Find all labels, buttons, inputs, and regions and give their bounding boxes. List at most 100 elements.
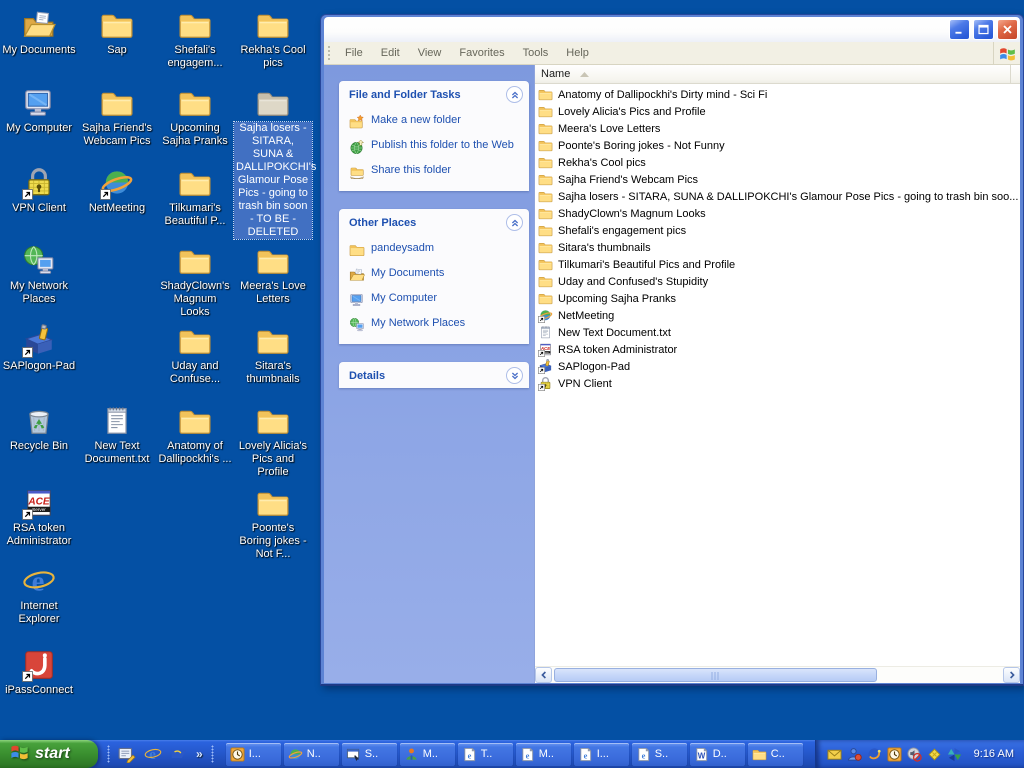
file-row[interactable]: Tilkumari's Beautiful Pics and Profile [535, 256, 1020, 273]
file-row[interactable]: ACEServerRSA token Administrator [535, 341, 1020, 358]
taskbar-button-4[interactable]: eT.. [458, 743, 513, 766]
file-row[interactable]: VPN Client [535, 375, 1020, 392]
recycle-bin-icon [22, 404, 56, 438]
file-name: RSA token Administrator [558, 344, 677, 356]
file-row[interactable]: ShadyClown's Magnum Looks [535, 205, 1020, 222]
taskbar-button-label: C.. [771, 748, 785, 760]
mail-envelope-icon[interactable] [827, 747, 842, 762]
maximize-button[interactable] [973, 19, 994, 40]
desktop-icon-upcoming-sajha-pranks[interactable]: Upcoming Sajha Pranks [156, 86, 234, 148]
desktop-icon-my-computer[interactable]: My Computer [0, 86, 78, 135]
task-link-make-a-new-folder[interactable]: Make a new folder [349, 114, 523, 130]
taskbar-button-5[interactable]: eM.. [516, 743, 571, 766]
close-button[interactable] [997, 19, 1018, 40]
column-header-name[interactable]: Name [535, 65, 1011, 83]
desktop-icon-sajha-losers-sitara-suna-dallipokchi-s-g[interactable]: Sajha losers - SITARA, SUNA & DALLIPOKCH… [234, 86, 312, 239]
start-button[interactable]: start [0, 740, 98, 768]
file-row[interactable]: Poonte's Boring jokes - Not Funny [535, 137, 1020, 154]
task-link-my-network-places[interactable]: My Network Places [349, 317, 523, 333]
file-row[interactable]: Rekha's Cool pics [535, 154, 1020, 171]
taskbar-button-6[interactable]: eI... [574, 743, 629, 766]
desktop-icon-tilkumari-s-beautiful-p[interactable]: Tilkumari's Beautiful P... [156, 166, 234, 228]
task-link-share-this-folder[interactable]: Share this folder [349, 164, 523, 180]
desktop-icon-lovely-alicia-s-pics-and-profile[interactable]: Lovely Alicia's Pics and Profile [234, 404, 312, 479]
file-row[interactable]: New Text Document.txt [535, 324, 1020, 341]
desktop-icon-meera-s-love-letters[interactable]: Meera's Love Letters [234, 244, 312, 306]
volume-mute-icon[interactable] [907, 747, 922, 762]
chevron-down-icon[interactable] [506, 367, 523, 384]
scroll-left-button[interactable] [535, 667, 552, 683]
taskbar-button-2[interactable]: S.. [342, 743, 397, 766]
desktop-icon-netmeeting[interactable]: NetMeeting [78, 166, 156, 215]
menu-item-tools[interactable]: Tools [514, 43, 558, 63]
file-row[interactable]: Meera's Love Letters [535, 120, 1020, 137]
quick-launch-grip[interactable] [211, 745, 214, 763]
user-status-icon[interactable] [847, 747, 862, 762]
file-row[interactable]: Sajha Friend's Webcam Pics [535, 171, 1020, 188]
file-row[interactable]: Sitara's thumbnails [535, 239, 1020, 256]
taskbar-button-3[interactable]: M.. [400, 743, 455, 766]
file-row[interactable]: Anatomy of Dallipockhi's Dirty mind - Sc… [535, 86, 1020, 103]
menu-item-view[interactable]: View [409, 43, 451, 63]
taskbar-button-0[interactable]: I... [226, 743, 281, 766]
file-row[interactable]: SAPlogon-Pad [535, 358, 1020, 375]
desktop-icon-sap[interactable]: Sap [78, 8, 156, 57]
task-pane-header-other-places[interactable]: Other Places [339, 209, 529, 235]
internet-explorer-icon[interactable]: e [144, 745, 162, 763]
desktop-icon-anatomy-of-dallipockhi-s[interactable]: Anatomy of Dallipockhi's ... [156, 404, 234, 466]
show-desktop-icon[interactable] [118, 745, 136, 763]
file-row[interactable]: Upcoming Sajha Pranks [535, 290, 1020, 307]
task-link-publish-this-folder-to-the-web[interactable]: Publish this folder to the Web [349, 139, 523, 155]
quick-launch-grip[interactable] [107, 745, 110, 763]
taskbar-button-8[interactable]: WD.. [690, 743, 745, 766]
sap-diamond-icon[interactable] [927, 747, 942, 762]
clock-square-icon[interactable] [887, 747, 902, 762]
scroll-right-button[interactable] [1003, 667, 1020, 683]
task-pane-header-file-and-folder-tasks[interactable]: File and Folder Tasks [339, 81, 529, 107]
sap-quick-icon[interactable] [170, 745, 188, 763]
chevron-up-icon[interactable] [506, 86, 523, 103]
menu-item-favorites[interactable]: Favorites [450, 43, 513, 63]
desktop: { "colors": { "desktop_bg": "#0450A4", "… [0, 0, 1024, 768]
file-row[interactable]: NetMeeting [535, 307, 1020, 324]
desktop-icon-sajha-friend-s-webcam-pics[interactable]: Sajha Friend's Webcam Pics [78, 86, 156, 148]
desktop-icon-rsa-token-administrator[interactable]: ACEServerRSA token Administrator [0, 486, 78, 548]
task-link-my-computer[interactable]: My Computer [349, 292, 523, 308]
desktop-icon-shadyclown-s-magnum-looks[interactable]: ShadyClown's Magnum Looks [156, 244, 234, 319]
desktop-icon-shefali-s-engagem[interactable]: Shefali's engagem... [156, 8, 234, 70]
file-row[interactable]: Shefali's engagement pics [535, 222, 1020, 239]
chevron-up-icon[interactable] [506, 214, 523, 231]
desktop-icon-saplogon-pad[interactable]: SAPlogon-Pad [0, 324, 78, 373]
file-row[interactable]: Uday and Confused's Stupidity [535, 273, 1020, 290]
desktop-icon-new-text-document-txt[interactable]: New Text Document.txt [78, 404, 156, 466]
desktop-icon-my-documents[interactable]: My Documents [0, 8, 78, 57]
horizontal-scrollbar[interactable] [535, 666, 1020, 683]
file-row[interactable]: Lovely Alicia's Pics and Profile [535, 103, 1020, 120]
desktop-icon-internet-explorer[interactable]: eInternet Explorer [0, 564, 78, 626]
taskbar-button-7[interactable]: eS.. [632, 743, 687, 766]
desktop-icon-vpn-client[interactable]: VPN Client [0, 166, 78, 215]
task-link-my-documents[interactable]: My Documents [349, 267, 523, 283]
taskbar-button-9[interactable]: C.. [748, 743, 803, 766]
quick-launch-overflow-chevron[interactable]: » [196, 747, 203, 761]
pinwheel-icon[interactable] [947, 747, 962, 762]
desktop-icon-my-network-places[interactable]: My Network Places [0, 244, 78, 306]
ipass-swirl-icon[interactable] [867, 747, 882, 762]
minimize-button[interactable] [949, 19, 970, 40]
taskbar-button-1[interactable]: N.. [284, 743, 339, 766]
task-pane-header-details[interactable]: Details [339, 362, 529, 388]
desktop-icon-uday-and-confuse[interactable]: Uday and Confuse... [156, 324, 234, 386]
menu-item-help[interactable]: Help [557, 43, 598, 63]
menu-grip-handle[interactable] [327, 45, 332, 61]
window-titlebar[interactable] [324, 17, 1020, 42]
desktop-icon-ipassconnect[interactable]: iPassConnect [0, 648, 78, 697]
desktop-icon-rekha-s-cool-pics[interactable]: Rekha's Cool pics [234, 8, 312, 70]
file-row[interactable]: Sajha losers - SITARA, SUNA & DALLIPOKCH… [535, 188, 1020, 205]
desktop-icon-poonte-s-boring-jokes-not-f[interactable]: Poonte's Boring jokes - Not F... [234, 486, 312, 561]
menu-item-file[interactable]: File [336, 43, 372, 63]
desktop-icon-recycle-bin[interactable]: Recycle Bin [0, 404, 78, 453]
task-link-pandeysadm[interactable]: pandeysadm [349, 242, 523, 258]
scrollbar-thumb[interactable] [554, 668, 877, 682]
menu-item-edit[interactable]: Edit [372, 43, 409, 63]
desktop-icon-sitara-s-thumbnails[interactable]: Sitara's thumbnails [234, 324, 312, 386]
